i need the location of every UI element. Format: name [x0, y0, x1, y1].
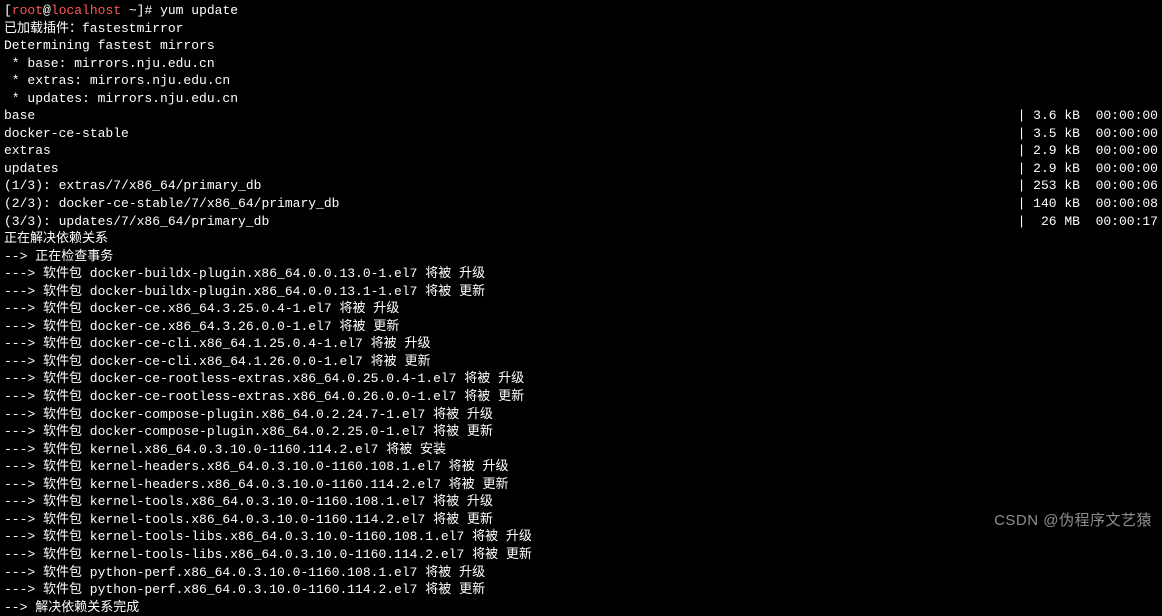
repo-name: base [4, 107, 1018, 125]
resolve-line: ---> 软件包 kernel-tools.x86_64.0.3.10.0-11… [4, 493, 1158, 511]
resolve-line: ---> 软件包 python-perf.x86_64.0.3.10.0-116… [4, 581, 1158, 599]
prompt-lbracket: [ [4, 3, 12, 18]
resolve-line: ---> 软件包 kernel-tools-libs.x86_64.0.3.10… [4, 528, 1158, 546]
resolve-line: ---> 软件包 docker-ce-cli.x86_64.1.25.0.4-1… [4, 335, 1158, 353]
resolve-line: ---> 软件包 docker-ce-cli.x86_64.1.26.0.0-1… [4, 353, 1158, 371]
repo-status: | 253 kB 00:00:06 [1018, 177, 1158, 195]
repo-status: | 3.6 kB 00:00:00 [1018, 107, 1158, 125]
output-line: * base: mirrors.nju.edu.cn [4, 55, 1158, 73]
repo-name: (1/3): extras/7/x86_64/primary_db [4, 177, 1018, 195]
repo-name: extras [4, 142, 1018, 160]
repo-row: updates| 2.9 kB 00:00:00 [4, 160, 1158, 178]
repo-row: (1/3): extras/7/x86_64/primary_db| 253 k… [4, 177, 1158, 195]
resolve-line: ---> 软件包 docker-ce.x86_64.3.25.0.4-1.el7… [4, 300, 1158, 318]
prompt-command: yum update [160, 3, 238, 18]
repo-row: docker-ce-stable| 3.5 kB 00:00:00 [4, 125, 1158, 143]
repo-row: extras| 2.9 kB 00:00:00 [4, 142, 1158, 160]
output-line: * updates: mirrors.nju.edu.cn [4, 90, 1158, 108]
output-line: 已加载插件：fastestmirror [4, 20, 1158, 38]
repo-name: (3/3): updates/7/x86_64/primary_db [4, 213, 1018, 231]
repo-status: | 3.5 kB 00:00:00 [1018, 125, 1158, 143]
resolve-line: ---> 软件包 docker-buildx-plugin.x86_64.0.0… [4, 283, 1158, 301]
resolve-line: ---> 软件包 python-perf.x86_64.0.3.10.0-116… [4, 564, 1158, 582]
resolve-line: ---> 软件包 kernel-tools-libs.x86_64.0.3.10… [4, 546, 1158, 564]
repo-status: | 2.9 kB 00:00:00 [1018, 160, 1158, 178]
repo-row: base| 3.6 kB 00:00:00 [4, 107, 1158, 125]
prompt-path: ~ [121, 3, 137, 18]
repo-row: (3/3): updates/7/x86_64/primary_db| 26 M… [4, 213, 1158, 231]
resolve-line: ---> 软件包 kernel-tools.x86_64.0.3.10.0-11… [4, 511, 1158, 529]
resolve-line: ---> 软件包 kernel-headers.x86_64.0.3.10.0-… [4, 476, 1158, 494]
repo-row: (2/3): docker-ce-stable/7/x86_64/primary… [4, 195, 1158, 213]
resolve-line: 正在解决依赖关系 [4, 230, 1158, 248]
resolve-line: --> 解决依赖关系完成 [4, 599, 1158, 616]
resolve-line: ---> 软件包 docker-ce-rootless-extras.x86_6… [4, 388, 1158, 406]
resolve-line: ---> 软件包 kernel-headers.x86_64.0.3.10.0-… [4, 458, 1158, 476]
resolve-line: ---> 软件包 docker-compose-plugin.x86_64.0.… [4, 423, 1158, 441]
repo-status: | 2.9 kB 00:00:00 [1018, 142, 1158, 160]
output-line: * extras: mirrors.nju.edu.cn [4, 72, 1158, 90]
prompt-line: [root@localhost ~]# yum update [4, 2, 1158, 20]
prompt-rbracket: ]# [137, 3, 160, 18]
resolve-line: ---> 软件包 docker-ce-rootless-extras.x86_6… [4, 370, 1158, 388]
repo-status: | 140 kB 00:00:08 [1018, 195, 1158, 213]
repo-name: docker-ce-stable [4, 125, 1018, 143]
prompt-host: localhost [51, 3, 121, 18]
prompt-user: root [12, 3, 43, 18]
resolve-line: ---> 软件包 kernel.x86_64.0.3.10.0-1160.114… [4, 441, 1158, 459]
repo-status: | 26 MB 00:00:17 [1018, 213, 1158, 231]
resolve-line: ---> 软件包 docker-ce.x86_64.3.26.0.0-1.el7… [4, 318, 1158, 336]
resolve-line: ---> 软件包 docker-buildx-plugin.x86_64.0.0… [4, 265, 1158, 283]
resolve-line: ---> 软件包 docker-compose-plugin.x86_64.0.… [4, 406, 1158, 424]
output-line: Determining fastest mirrors [4, 37, 1158, 55]
watermark: CSDN @伪程序文艺猿 [994, 511, 1152, 531]
resolve-line: --> 正在检查事务 [4, 248, 1158, 266]
repo-name: (2/3): docker-ce-stable/7/x86_64/primary… [4, 195, 1018, 213]
repo-name: updates [4, 160, 1018, 178]
prompt-at: @ [43, 3, 51, 18]
